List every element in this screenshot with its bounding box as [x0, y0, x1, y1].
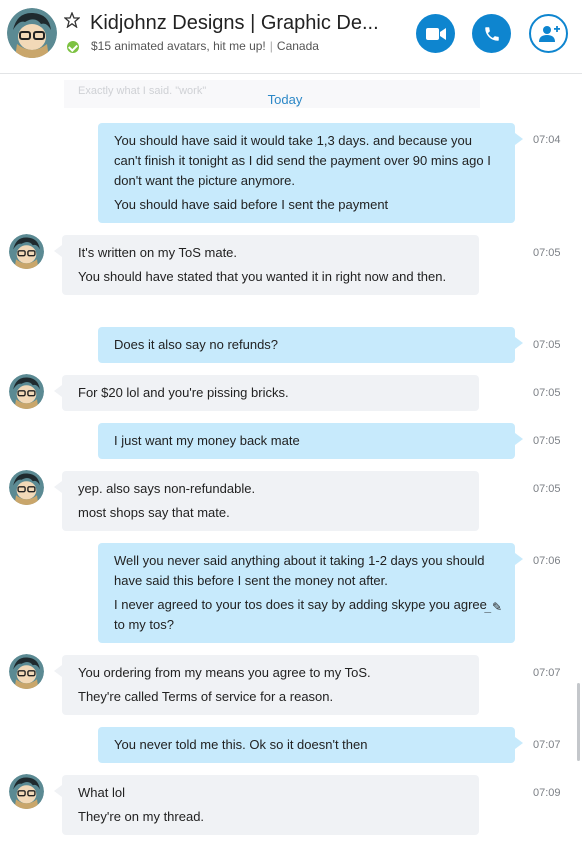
conversation-header: Kidjohnz Designs | Graphic De... $15 ani…: [0, 0, 582, 74]
message-text: For $20 lol and you're pissing bricks.: [78, 385, 289, 400]
message-timestamp: 07:05: [533, 435, 561, 447]
message-text: They're on my thread.: [78, 809, 205, 824]
mood-message: $15 animated avatars, hit me up!: [91, 39, 266, 53]
incoming-message[interactable]: For $20 lol and you're pissing bricks.: [54, 375, 479, 411]
contact-location: Canada: [276, 39, 319, 53]
incoming-message[interactable]: yep. also says non-refundable. most shop…: [54, 471, 479, 531]
sender-avatar[interactable]: [9, 774, 44, 809]
message-text: I just want my money back mate: [114, 433, 300, 448]
pencil-icon: _✎: [485, 600, 502, 614]
message-timestamp: 07:05: [533, 483, 561, 495]
sender-avatar[interactable]: [9, 470, 44, 505]
message-timestamp: 07:09: [533, 787, 561, 799]
outgoing-message[interactable]: Does it also say no refunds?: [98, 327, 523, 363]
phone-icon: [484, 26, 499, 41]
contact-name[interactable]: Kidjohnz Designs | Graphic De...: [90, 12, 400, 35]
day-separator: Today: [267, 92, 303, 107]
message-timestamp: 07:06: [533, 555, 561, 567]
message-text: yep. also says non-refundable.: [78, 481, 256, 496]
message-text: most shops say that mate.: [78, 505, 230, 520]
message-text: What lol: [78, 785, 125, 800]
message-text: You ordering from my means you agree to …: [78, 665, 371, 680]
message-text: It's written on my ToS mate.: [78, 245, 238, 260]
message-text: You never told me this. Ok so it doesn't…: [114, 737, 368, 752]
outgoing-message[interactable]: You never told me this. Ok so it doesn't…: [98, 727, 523, 763]
add-participant-button[interactable]: [529, 14, 568, 53]
sender-avatar[interactable]: [9, 374, 44, 409]
subtitle-separator: |: [269, 39, 273, 53]
contact-avatar[interactable]: [7, 8, 57, 58]
message-timestamp: 07:05: [533, 387, 561, 399]
online-status-icon: [67, 41, 79, 53]
sender-avatar[interactable]: [9, 654, 44, 689]
message-text: Well you never said anything about it ta…: [114, 553, 485, 588]
message-timestamp: 07:05: [533, 247, 561, 259]
message-timestamp: 07:07: [533, 739, 561, 751]
outgoing-message[interactable]: I just want my money back mate: [98, 423, 523, 459]
outgoing-message[interactable]: You should have said it would take 1,3 d…: [98, 123, 523, 223]
incoming-message[interactable]: It's written on my ToS mate. You should …: [54, 235, 479, 295]
outgoing-message[interactable]: Well you never said anything about it ta…: [98, 543, 523, 643]
video-camera-icon: [425, 27, 446, 40]
incoming-message[interactable]: You ordering from my means you agree to …: [54, 655, 479, 715]
message-text: You should have said before I sent the p…: [114, 197, 389, 212]
contact-subtitle: $15 animated avatars, hit me up! | Canada: [91, 39, 319, 53]
message-text: They're called Terms of service for a re…: [78, 689, 334, 704]
scrollbar-thumb[interactable]: [577, 683, 580, 761]
message-text: You should have stated that you wanted i…: [78, 269, 447, 284]
message-timestamp: 07:07: [533, 667, 561, 679]
add-person-icon: [538, 25, 560, 42]
message-text: I never agreed to your tos does it say b…: [114, 597, 487, 632]
incoming-message[interactable]: What lol They're on my thread.: [54, 775, 479, 835]
audio-call-button[interactable]: [472, 14, 511, 53]
message-text: Does it also say no refunds?: [114, 337, 279, 352]
message-timestamp: 07:04: [533, 134, 561, 146]
message-text: You should have said it would take 1,3 d…: [114, 133, 491, 188]
message-timestamp: 07:05: [533, 339, 561, 351]
favorite-star-icon[interactable]: [64, 12, 80, 28]
sender-avatar[interactable]: [9, 234, 44, 269]
video-call-button[interactable]: [416, 14, 455, 53]
